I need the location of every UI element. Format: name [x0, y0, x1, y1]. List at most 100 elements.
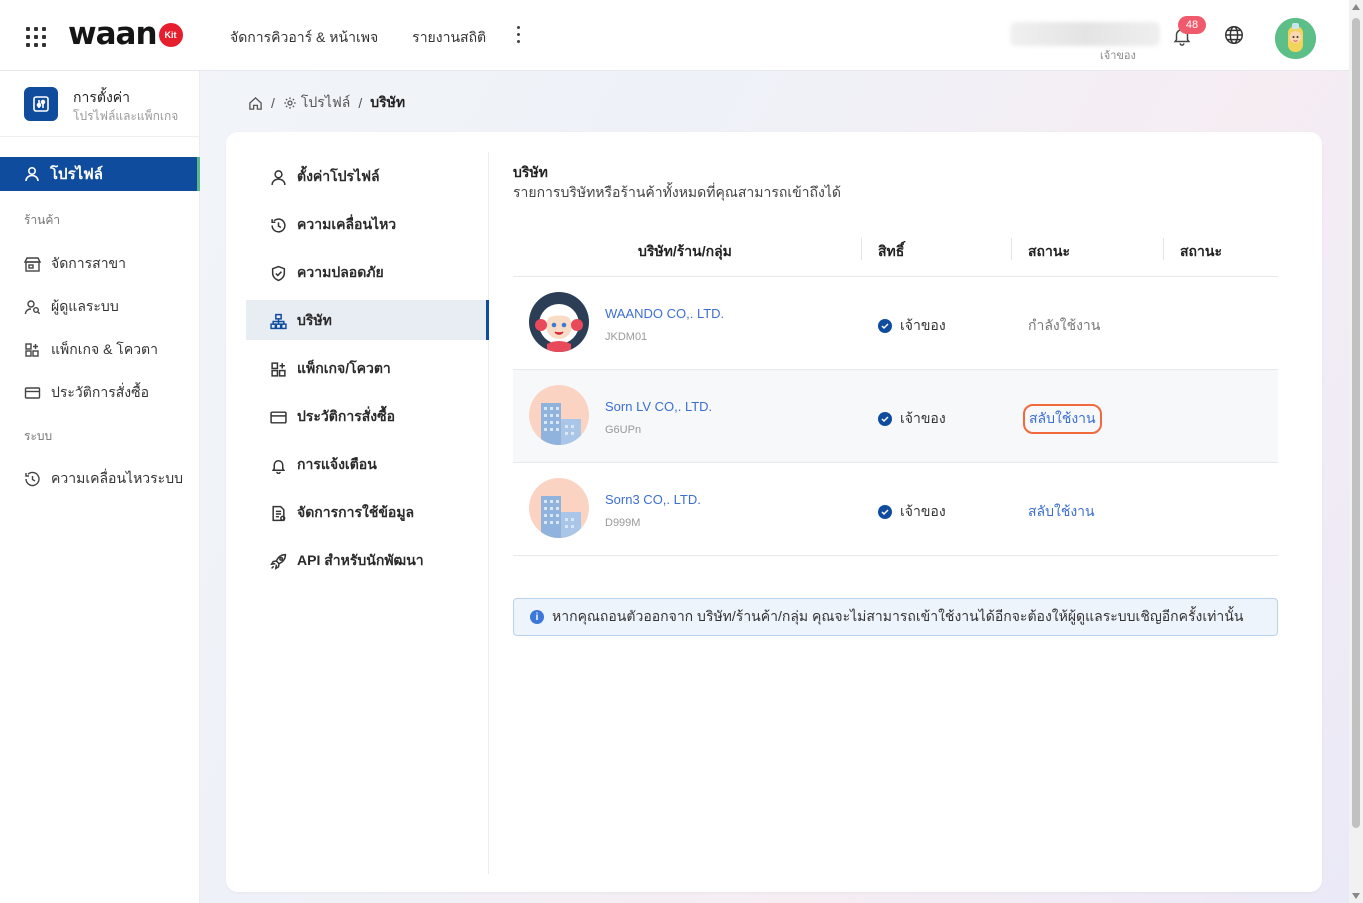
- column-header-status: สถานะ: [1028, 243, 1070, 259]
- submenu-label: API สำหรับนักพัฒนา: [297, 552, 424, 568]
- document-icon: [272, 505, 286, 521]
- check-circle-icon: [878, 412, 892, 426]
- submenu-notifications[interactable]: การแจ้งเตือน: [270, 454, 377, 476]
- user-avatar[interactable]: [1275, 18, 1316, 59]
- submenu-order-history[interactable]: ประวัติการสั่งซื้อ: [270, 406, 395, 428]
- company-role: เจ้าของ: [878, 315, 946, 337]
- sidebar-subtitle: โปรไฟล์และแพ็กเกจ: [73, 109, 179, 123]
- sidebar-section-system: ระบบ: [24, 429, 53, 443]
- submenu-data-management[interactable]: จัดการการใช้ข้อมูล: [270, 502, 414, 524]
- sidebar-item-profile[interactable]: โปรไฟล์: [0, 157, 200, 191]
- submenu-label: จัดการการใช้ข้อมูล: [297, 504, 415, 520]
- submenu-label: ความปลอดภัย: [297, 264, 384, 280]
- sidebar-item-label: ผู้ดูแลระบบ: [51, 298, 119, 314]
- card-divider: [488, 152, 489, 874]
- table-divider: [513, 276, 1278, 277]
- column-header-role: สิทธิ์: [878, 243, 905, 259]
- top-nav: จัดการคิวอาร์ & หน้าเพจ รายงานสถิติ: [230, 27, 486, 49]
- column-divider: [1163, 238, 1164, 260]
- check-circle-icon: [878, 319, 892, 333]
- grid-plus-icon: [25, 343, 39, 357]
- role-label: เจ้าของ: [900, 410, 946, 426]
- breadcrumb-profile[interactable]: โปรไฟล์: [283, 92, 350, 114]
- breadcrumb-current: บริษัท: [370, 94, 406, 110]
- sidebar-item-label: แพ็กเกจ & โควตา: [51, 341, 159, 357]
- sidebar-item-branches[interactable]: จัดการสาขา: [24, 253, 126, 275]
- submenu-label: บริษัท: [297, 312, 332, 328]
- user-icon: [271, 169, 286, 185]
- switch-company-button[interactable]: สลับใช้งาน: [1023, 404, 1102, 434]
- role-label: เจ้าของ: [900, 317, 946, 333]
- store-icon: [24, 257, 41, 272]
- table-divider: [513, 462, 1278, 463]
- company-status-current: กำลังใช้งาน: [1028, 317, 1101, 333]
- submenu-label: ประวัติการสั่งซื้อ: [297, 408, 396, 424]
- company-name[interactable]: Sorn3 CO,. LTD.: [605, 492, 701, 507]
- bell-icon: [271, 459, 286, 474]
- logo-text: waan: [68, 16, 158, 52]
- scroll-thumb[interactable]: [1352, 18, 1360, 828]
- company-name[interactable]: Sorn LV CO,. LTD.: [605, 399, 712, 414]
- logo-badge: Kit: [158, 23, 183, 47]
- company-role: เจ้าของ: [878, 501, 946, 523]
- sidebar-item-label: ความเคลื่อนไหวระบบ: [51, 470, 183, 486]
- sidebar-item-label: จัดการสาขา: [51, 255, 126, 271]
- sidebar-item-label: ประวัติการสั่งซื้อ: [51, 384, 150, 400]
- scroll-up-icon[interactable]: [1352, 4, 1360, 10]
- page-scrollbar[interactable]: [1349, 0, 1363, 903]
- left-sidebar: การตั้งค่า โปรไฟล์และแพ็กเกจ โปรไฟล์ ร้า…: [0, 71, 200, 903]
- sidebar-item-system-activity[interactable]: ความเคลื่อนไหวระบบ: [24, 468, 183, 490]
- submenu-developer-api[interactable]: API สำหรับนักพัฒนา: [270, 550, 424, 572]
- info-icon: i: [530, 610, 544, 624]
- section-title: บริษัท: [513, 164, 548, 180]
- company-name[interactable]: WAANDO CO,. LTD.: [605, 306, 724, 321]
- home-icon[interactable]: [248, 96, 263, 111]
- clock-icon: [271, 217, 286, 233]
- shield-icon: [271, 265, 286, 281]
- breadcrumb-profile-label: โปรไฟล์: [300, 94, 351, 110]
- user-role: เจ้าของ: [1100, 50, 1136, 62]
- breadcrumb-separator: /: [271, 95, 275, 111]
- table-divider: [513, 369, 1278, 370]
- breadcrumb-separator: /: [358, 95, 363, 111]
- card-icon: [270, 410, 287, 424]
- submenu-label: ความเคลื่อนไหว: [297, 216, 397, 232]
- submenu-company[interactable]: บริษัท: [270, 310, 332, 332]
- notification-badge: 48: [1178, 16, 1206, 34]
- submenu-activity[interactable]: ความเคลื่อนไหว: [270, 214, 396, 236]
- submenu-packages[interactable]: แพ็กเกจ/โควตา: [270, 358, 391, 380]
- submenu-label: การแจ้งเตือน: [297, 456, 377, 472]
- sidebar-item-admins[interactable]: ผู้ดูแลระบบ: [24, 296, 119, 318]
- role-label: เจ้าของ: [900, 503, 946, 519]
- breadcrumb: / โปรไฟล์ / บริษัท: [248, 92, 405, 114]
- user-search-icon: [24, 300, 41, 315]
- sidebar-item-label: โปรไฟล์: [50, 166, 103, 183]
- check-circle-icon: [878, 505, 892, 519]
- app-logo[interactable]: waan Kit: [68, 16, 183, 52]
- switch-company-button[interactable]: สลับใช้งาน: [1028, 501, 1095, 523]
- sidebar-header: การตั้งค่า โปรไฟล์และแพ็กเกจ: [0, 71, 200, 137]
- user-icon: [25, 166, 39, 182]
- scroll-down-icon[interactable]: [1352, 893, 1360, 899]
- clock-history-icon: [25, 471, 40, 487]
- submenu-profile-settings[interactable]: ตั้งค่าโปรไฟล์: [270, 166, 380, 188]
- column-divider: [861, 238, 862, 260]
- sidebar-item-packages[interactable]: แพ็กเกจ & โควตา: [24, 339, 158, 361]
- column-divider: [1011, 238, 1012, 260]
- user-name-blurred[interactable]: [1010, 22, 1160, 46]
- nav-qr-pages[interactable]: จัดการคิวอาร์ & หน้าเพจ: [230, 27, 378, 49]
- table-divider: [513, 555, 1278, 556]
- company-avatar: [529, 292, 589, 352]
- sidebar-item-order-history[interactable]: ประวัติการสั่งซื้อ: [24, 382, 149, 404]
- apps-grid-icon[interactable]: [26, 27, 46, 47]
- more-menu-icon[interactable]: [515, 26, 521, 46]
- company-code: JKDM01: [605, 331, 648, 343]
- settings-sliders-icon: [24, 87, 58, 121]
- sidebar-title: การตั้งค่า: [73, 89, 131, 105]
- column-header-status-2: สถานะ: [1180, 243, 1222, 259]
- column-header-company: บริษัท/ร้าน/กลุ่ม: [638, 243, 732, 259]
- submenu-security[interactable]: ความปลอดภัย: [270, 262, 384, 284]
- nav-statistics[interactable]: รายงานสถิติ: [412, 27, 486, 49]
- language-globe-icon[interactable]: [1223, 24, 1245, 46]
- grid-icon: [271, 361, 286, 377]
